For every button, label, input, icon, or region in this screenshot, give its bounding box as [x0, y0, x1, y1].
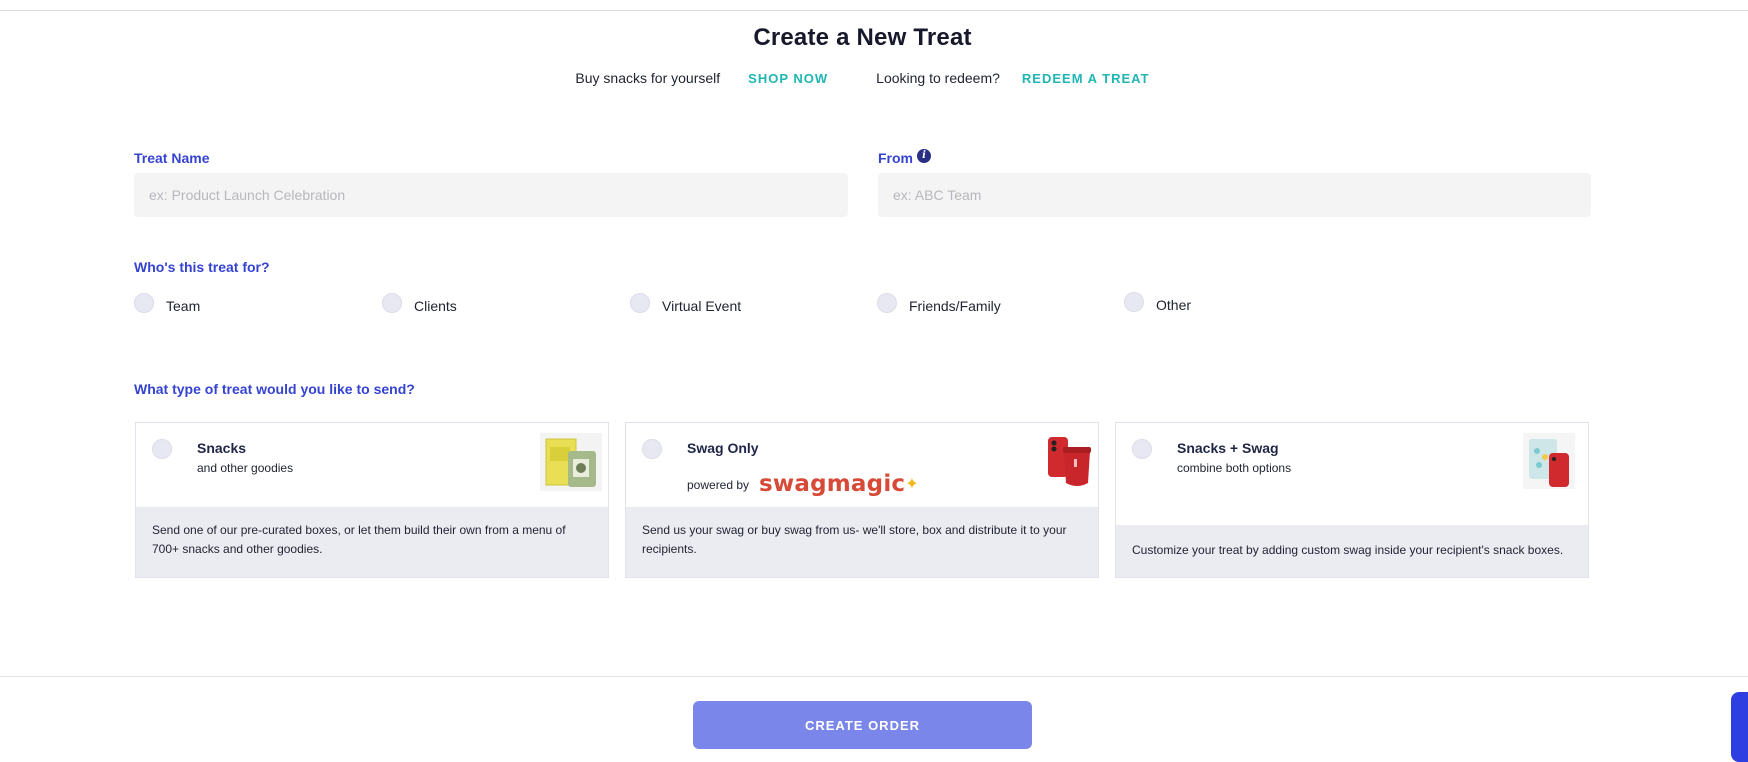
treat-name-label: Treat Name — [134, 150, 210, 166]
from-input[interactable] — [878, 173, 1591, 217]
option-label: Team — [166, 298, 201, 314]
powered-by-text: powered by — [687, 478, 750, 492]
snack-box-image — [540, 433, 602, 491]
swagmagic-logo: swagmagic — [759, 471, 906, 497]
sparkle-icon: ✦ — [905, 476, 919, 493]
treat-type-card-swag-only[interactable]: Swag Only powered by swagmagic✦ Send us y… — [625, 422, 1099, 578]
card-subtitle: combine both options — [1177, 461, 1292, 475]
treat-type-card-snacks[interactable]: Snacks and other goodies Send one of our… — [135, 422, 609, 578]
chat-widget-tab[interactable] — [1731, 692, 1748, 762]
swag-phone-tumbler-image — [1048, 437, 1091, 486]
radio-button[interactable] — [630, 293, 650, 313]
option-label: Virtual Event — [662, 298, 742, 314]
page-title: Create a New Treat — [753, 24, 972, 51]
snacks-and-swag-image — [1523, 433, 1575, 489]
powered-by: powered by swagmagic✦ — [687, 469, 919, 497]
shop-now-link[interactable]: SHOP NOW — [748, 71, 828, 86]
card-title: Snacks — [197, 440, 247, 456]
radio-button[interactable] — [642, 439, 662, 459]
card-title: Snacks + Swag — [1177, 440, 1279, 456]
radio-button[interactable] — [1124, 292, 1144, 312]
treat-type-question-label: What type of treat would you like to sen… — [134, 381, 415, 397]
radio-button[interactable] — [134, 293, 154, 313]
option-label: Friends/Family — [909, 298, 1001, 314]
radio-button[interactable] — [877, 293, 897, 313]
card-title: Swag Only — [687, 440, 759, 456]
buy-snacks-text: Buy snacks for yourself — [575, 70, 721, 86]
card-subtitle: and other goodies — [197, 461, 294, 475]
radio-button[interactable] — [152, 439, 172, 459]
radio-button[interactable] — [382, 293, 402, 313]
option-label: Clients — [414, 298, 457, 314]
radio-button[interactable] — [1132, 439, 1152, 459]
treat-type-card-snacks-and-swag[interactable]: Snacks + Swag combine both options Custo… — [1115, 422, 1589, 578]
card-description: Customize your treat by adding custom sw… — [1116, 525, 1588, 577]
info-icon[interactable]: i — [917, 149, 931, 163]
recipient-question-label: Who's this treat for? — [134, 259, 270, 275]
redeem-treat-link[interactable]: REDEEM A TREAT — [1022, 71, 1150, 86]
from-label: From — [878, 150, 913, 166]
option-label: Other — [1156, 297, 1192, 313]
redeem-text: Looking to redeem? — [876, 70, 1000, 86]
treat-name-input[interactable] — [134, 173, 848, 217]
footer-divider — [0, 676, 1748, 677]
subnav: Buy snacks for yourself SHOP NOW Looking t… — [0, 70, 1725, 86]
create-order-button[interactable]: CREATE ORDER — [693, 701, 1032, 749]
card-description: Send us your swag or buy swag from us- w… — [626, 507, 1098, 577]
top-divider — [0, 10, 1748, 11]
card-description: Send one of our pre-curated boxes, or le… — [136, 507, 608, 577]
